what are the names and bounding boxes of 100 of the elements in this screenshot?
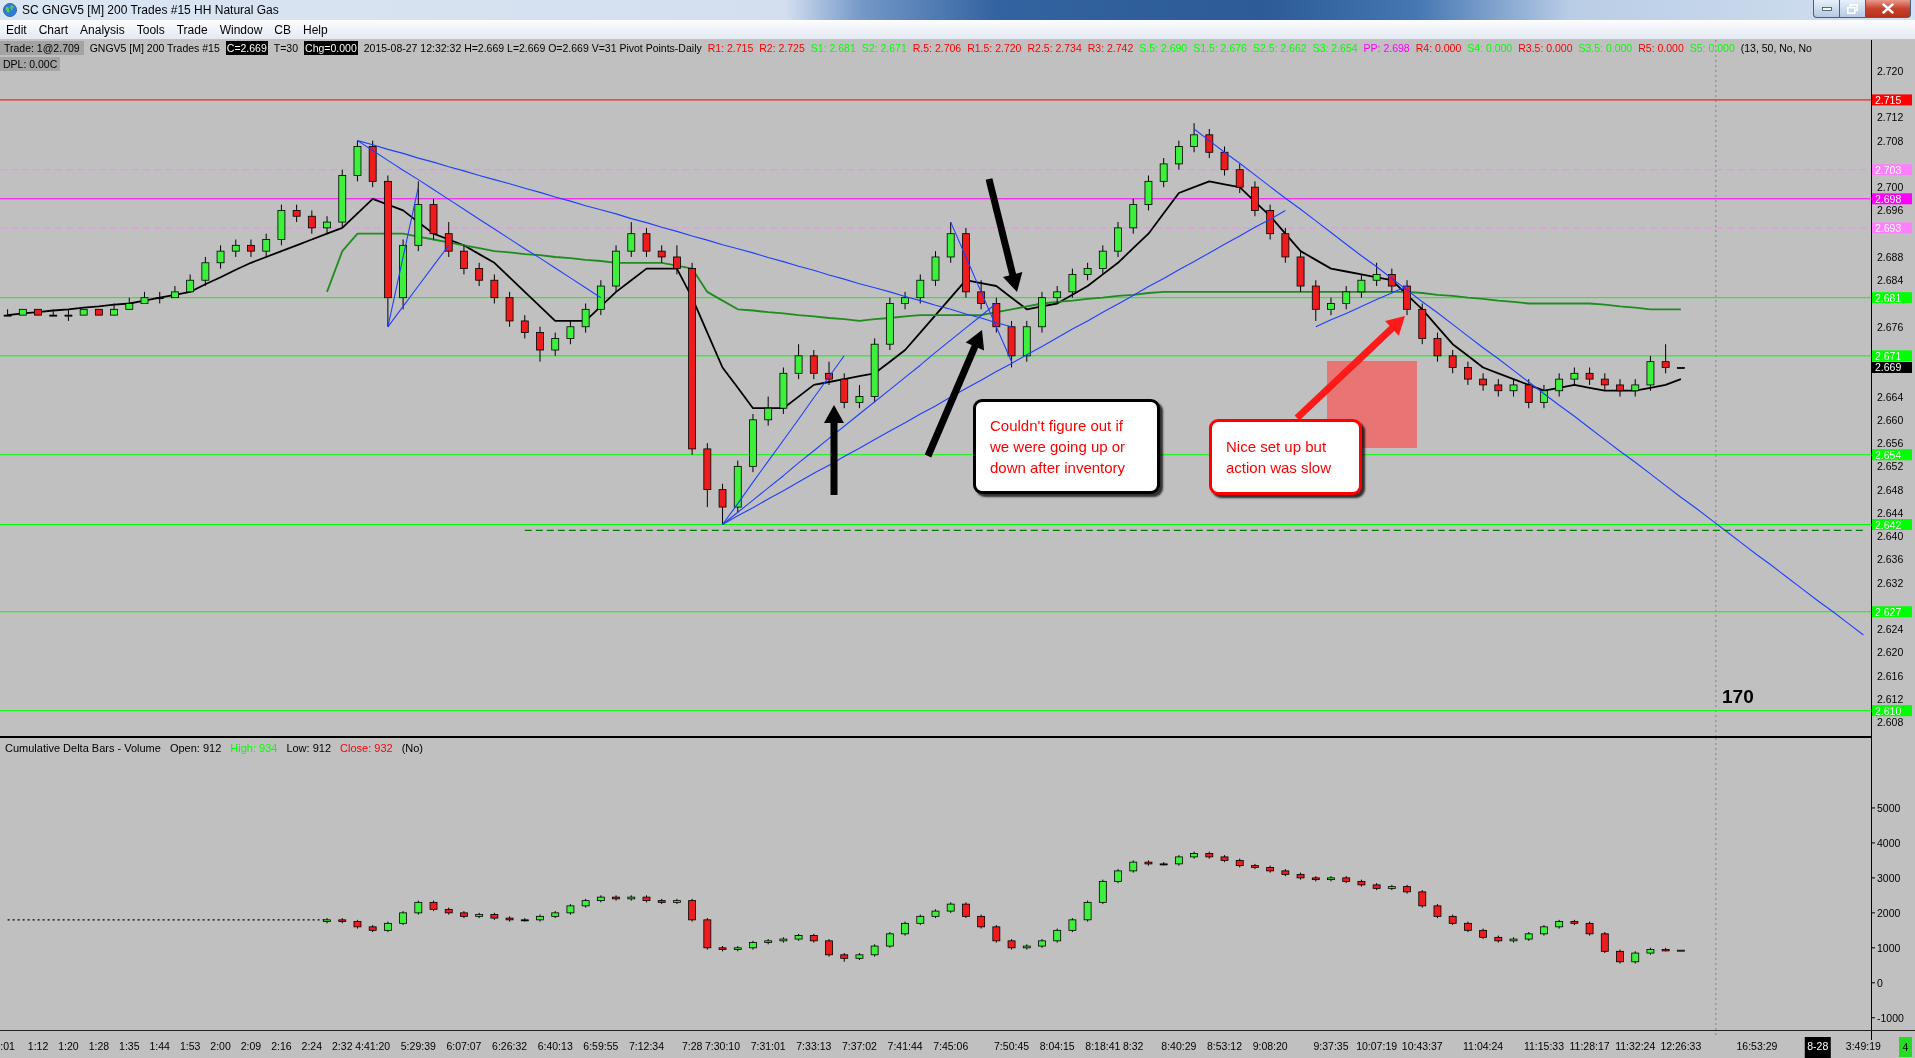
axis-label: 2.652 <box>1877 460 1904 473</box>
price-label: 2.654 <box>1872 448 1912 461</box>
ref-line-label: 2.610 <box>1875 704 1902 717</box>
bar-counter: 170 <box>1722 686 1754 707</box>
price-label: 2.698 <box>1872 192 1912 205</box>
axis-label: 2.644 <box>1877 506 1904 519</box>
time-label: 1:12 <box>27 1040 49 1052</box>
time-label: 8:18:41 <box>1085 1040 1121 1052</box>
ref-line-label: 2.703 <box>1875 163 1902 176</box>
time-label: 10:07:19 <box>1356 1040 1398 1052</box>
date-label: 8-28 <box>1804 1037 1831 1058</box>
ref-line-label: 2.627 <box>1875 605 1902 618</box>
time-label: 5:29:39 <box>400 1040 436 1052</box>
time-label: 2:00 <box>210 1040 231 1052</box>
time-label: 8:40:29 <box>1161 1040 1197 1052</box>
time-label: 7:30:10 <box>705 1040 741 1052</box>
ref-line-label: 2.671 <box>1875 349 1902 362</box>
study-value: Close: 932 <box>340 741 393 755</box>
time-label: 6:07:07 <box>446 1040 482 1052</box>
pivot-value: S1: 2.681 <box>810 41 856 55</box>
axis-label: 2.660 <box>1877 413 1904 426</box>
time-label: 11:04:24 <box>1463 1040 1504 1052</box>
pivot-value: R5: 0.000 <box>1638 41 1684 55</box>
axis-label: 2.676 <box>1877 320 1904 333</box>
time-label: 12:26:33 <box>1660 1040 1702 1052</box>
pivot-value: R1.5: 2.720 <box>967 41 1022 55</box>
price-label: 2.681 <box>1872 291 1912 304</box>
callout-note: Couldn't figure out if we were going up or down after inventory <box>973 399 1160 494</box>
time-label: 3:49:19 <box>1845 1040 1881 1052</box>
axis-label: 2.632 <box>1877 576 1904 589</box>
time-label: 7:12:34 <box>628 1040 664 1052</box>
pivot-value: S3.5: 0.000 <box>1578 41 1633 55</box>
time-label: 8:04:15 <box>1039 1040 1075 1052</box>
axis-label: 3000 <box>1877 871 1901 884</box>
time-label: 1:53 <box>179 1040 201 1052</box>
pivot-value: S2: 2.671 <box>861 41 907 55</box>
axis-label: 2.624 <box>1877 623 1904 636</box>
study-value: Low: 912 <box>286 741 332 755</box>
study-value: Open: 912 <box>169 741 222 755</box>
axis-label: 2.620 <box>1877 646 1904 659</box>
trade-readout: Trade: 1@2.709 <box>0 41 84 55</box>
time-label: 2:16 <box>271 1040 292 1052</box>
axis-label: -1000 <box>1877 1011 1904 1024</box>
time-label: 11:32:24 <box>1615 1040 1656 1052</box>
time-label: 9:08:20 <box>1252 1040 1288 1052</box>
time-label: 2:09 <box>240 1040 262 1052</box>
info-text: (13, 50, No, No <box>1740 41 1812 55</box>
axis-label: 2.616 <box>1877 669 1904 682</box>
price-label: 2.627 <box>1872 605 1912 618</box>
info-text: GNGV5 [M] 200 Trades #15 <box>89 41 220 55</box>
time-label: 2:32 <box>332 1040 353 1052</box>
time-label: 1:28 <box>88 1040 110 1052</box>
study-value: High: 934 <box>230 741 278 755</box>
axis-label: 2.640 <box>1877 530 1904 543</box>
axis-label: 2.664 <box>1877 390 1904 403</box>
time-label: 7:33:13 <box>796 1040 832 1052</box>
corner-indicator: 4 <box>1899 1037 1912 1057</box>
pivot-value: R4: 0.000 <box>1415 41 1462 55</box>
last-price-label: 2.669 <box>1872 361 1912 374</box>
time-label: 7:45:06 <box>933 1040 969 1052</box>
axis-label: 2.688 <box>1877 250 1904 263</box>
pivot-value: R3.5: 0.000 <box>1518 41 1573 55</box>
price-label: 2.715 <box>1872 93 1912 106</box>
callout-note: Nice set up but action was slow <box>1209 419 1362 495</box>
study-value: (No) <box>401 741 423 755</box>
ref-line-label: 2.654 <box>1875 448 1902 461</box>
ref-line-label: 2.693 <box>1875 221 1902 234</box>
study-title: Cumulative Delta Bars - Volume <box>5 741 161 755</box>
time-label: 11:28:17 <box>1569 1040 1610 1052</box>
time-label: 6:26:32 <box>492 1040 528 1052</box>
axis-label: 2.708 <box>1877 134 1904 147</box>
pivot-value: R2: 2.725 <box>759 41 805 55</box>
pivot-value: S5: 0.000 <box>1689 41 1735 55</box>
axis-label: 2.720 <box>1877 64 1904 77</box>
ref-line-label: 2.715 <box>1875 93 1902 106</box>
price-readout: C=2.669 <box>225 41 268 55</box>
ref-line-label: 2.681 <box>1875 291 1902 304</box>
time-label: 7:50:45 <box>994 1040 1030 1052</box>
time-label: 9:37:35 <box>1313 1040 1349 1052</box>
pivot-value: S.5: 2.690 <box>1139 41 1188 55</box>
pivot-value: S2.5: 2.662 <box>1252 41 1307 55</box>
pivot-value: S4: 0.000 <box>1467 41 1513 55</box>
time-label: 4:41:20 <box>355 1040 391 1052</box>
time-label: 7:37:02 <box>841 1040 877 1052</box>
axis-label: 2.636 <box>1877 553 1904 566</box>
axis-label: 2000 <box>1877 906 1901 919</box>
info-text: T=30 <box>273 41 299 55</box>
price-label: 2.610 <box>1872 704 1912 717</box>
time-label: 11:15:33 <box>1523 1040 1564 1052</box>
pivot-value: R.5: 2.706 <box>912 41 962 55</box>
axis-label: 0 <box>1877 976 1883 989</box>
time-label: 6:40:13 <box>537 1040 573 1052</box>
time-label: 1:20 <box>58 1040 79 1052</box>
time-label: 7:28 <box>681 1040 703 1052</box>
info-text: 2015-08-27 12:32:32 H=2.669 L=2.669 O=2.669 V=31 Pivot Points-Daily <box>363 41 702 55</box>
time-label: 1:44 <box>149 1040 170 1052</box>
time-label: 8:53:12 <box>1207 1040 1243 1052</box>
price-label: 2.693 <box>1872 221 1912 234</box>
axis-label: 2.608 <box>1877 716 1904 729</box>
axis-label: 2.696 <box>1877 204 1904 217</box>
